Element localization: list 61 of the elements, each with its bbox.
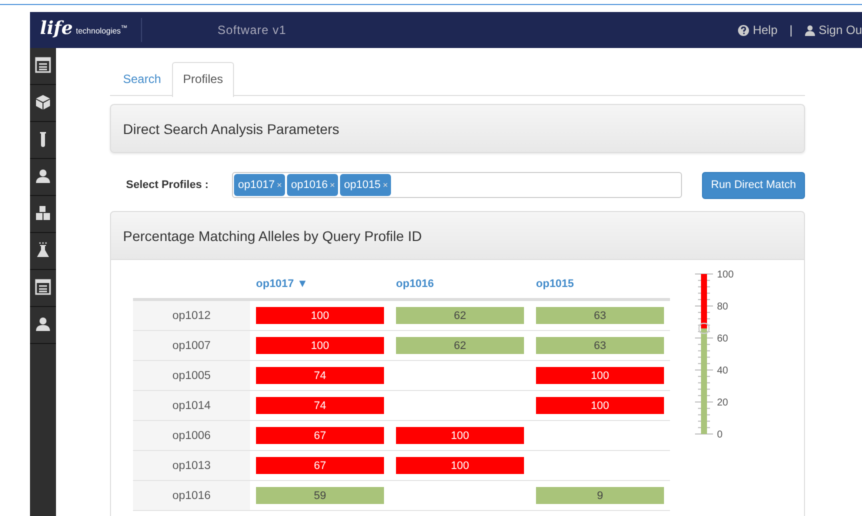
help-link[interactable]: Help (738, 23, 778, 37)
match-bar: 100 (536, 397, 664, 414)
profile-id-cell: op1016 (133, 481, 250, 510)
tab[interactable]: Search (112, 62, 172, 96)
scale-label: 60 (717, 334, 728, 344)
match-bar: 100 (396, 427, 524, 444)
profiles-input-field[interactable]: op1017 × op1016 × op1015 × (232, 172, 682, 198)
match-bar: 100 (256, 307, 384, 324)
match-bar: 63 (536, 337, 664, 354)
profile-tag[interactable]: op1016 × (286, 174, 338, 196)
scale-label: 20 (717, 398, 728, 408)
match-bar: 74 (256, 367, 384, 384)
profile-id-cell: op1006 (133, 421, 250, 450)
remove-tag-button[interactable]: × (330, 180, 335, 190)
logo-text: technologies$^{™}$ (76, 25, 128, 36)
select-profiles-label: Select Profiles : (126, 179, 210, 191)
tab[interactable]: Profiles (172, 62, 234, 97)
user-icon (804, 24, 815, 36)
run-direct-match-button[interactable]: Run Direct Match (702, 172, 805, 198)
flask-icon[interactable] (35, 242, 51, 258)
profile-id-cell: op1013 (133, 451, 250, 480)
match-bar: 67 (256, 427, 384, 444)
help-icon (738, 24, 749, 36)
scale-label: 40 (717, 366, 728, 376)
app-title: Software v1 (217, 23, 288, 37)
profile-tag[interactable]: op1017 × (234, 174, 285, 196)
profile-id-cell: op1005 (133, 361, 250, 390)
separator: | (790, 23, 793, 37)
person-icon[interactable] (35, 168, 51, 184)
match-bar: 74 (256, 397, 384, 414)
scale-label: 100 (717, 270, 734, 280)
match-bar: 62 (396, 307, 524, 324)
remove-tag-button[interactable]: × (382, 180, 388, 190)
remove-tag-button[interactable]: × (276, 180, 282, 190)
match-bar: 59 (256, 487, 384, 504)
match-bar: 62 (396, 337, 524, 354)
match-bar: 67 (256, 457, 384, 474)
slider-handle[interactable] (698, 322, 710, 334)
profile-id-cell: op1014 (133, 391, 250, 420)
cube-icon[interactable] (35, 94, 51, 110)
column-header[interactable]: op1016 (390, 278, 530, 290)
profile-tag[interactable]: op1015 × (340, 174, 391, 196)
blocks-icon[interactable] (35, 205, 51, 221)
sign-out-link[interactable]: Sign Ou (804, 23, 862, 37)
match-bar: 9 (536, 487, 664, 504)
match-bar: 63 (536, 307, 664, 324)
list-icon[interactable] (35, 279, 51, 295)
list-icon[interactable] (35, 57, 51, 73)
profile-id-cell: op1012 (133, 301, 250, 330)
scale-label: 80 (717, 302, 728, 312)
column-header[interactable]: op1015 (530, 278, 670, 290)
match-bar: 100 (396, 457, 524, 474)
column-header[interactable]: op1017 ▼ (250, 278, 390, 290)
logo-mark: life (40, 18, 73, 39)
panel-title: Percentage Matching Alleles by Query Profile ID (123, 228, 422, 244)
match-bar: 100 (256, 337, 384, 354)
profile-id-cell: op1007 (133, 331, 250, 360)
scale-label: 0 (717, 430, 723, 440)
person-icon[interactable] (35, 316, 51, 332)
match-bar: 100 (536, 367, 664, 384)
panel-title: Direct Search Analysis Parameters (123, 120, 340, 136)
